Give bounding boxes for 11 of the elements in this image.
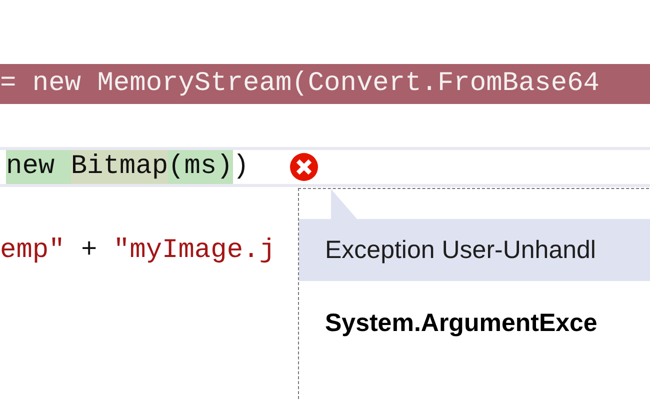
code-text: + [80,235,98,268]
code-text: ) [232,151,250,184]
code-text: Bitmap [70,150,168,184]
popup-title: Exception User-Unhandl [325,236,596,264]
code-text: new [6,150,71,184]
code-text: = new MemoryStream(Convert.FromBase64 [0,68,600,101]
code-text: emp" [0,235,65,268]
exception-type: System.ArgumentExce [324,308,598,338]
code-text: "myImage.j [113,235,276,268]
code-text: (ms) [168,150,233,184]
error-icon [289,152,320,182]
